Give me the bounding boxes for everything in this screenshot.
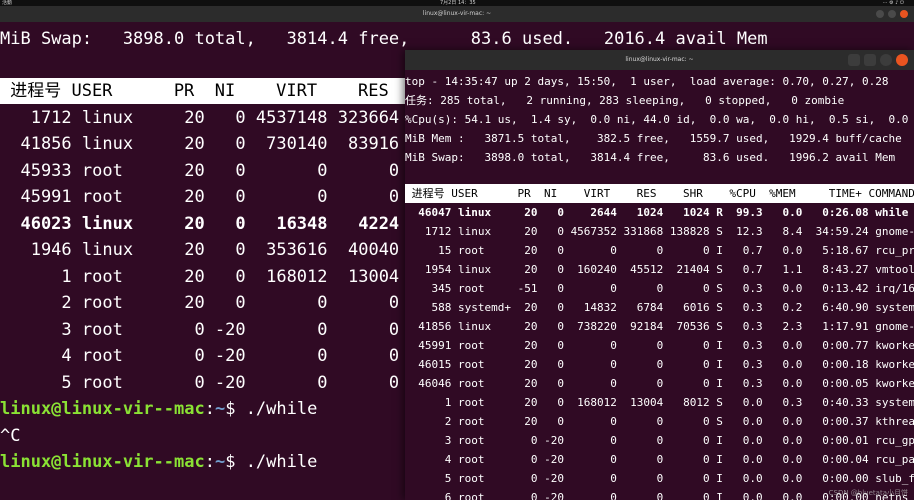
process-row: 46015 root 20 0 0 0 0 I 0.3 0.0 0:00.18 …	[405, 358, 914, 371]
process-row: 15 root 20 0 0 0 0 I 0.7 0.0 5:18.67 rcu…	[405, 244, 914, 257]
command-text: ./while	[245, 399, 318, 419]
watermark: CSDN @bluetata小月饼	[828, 489, 908, 497]
shell-prompt-line: linux@linux-vir--mac:~$ ./while	[0, 449, 317, 475]
desktop: 活動 7月2日 14：35 ⋯ ⚙ ♪ ⏻ linux@linux-vir-ma…	[0, 0, 914, 500]
prompt-path: ~	[214, 452, 226, 472]
process-row: 1954 linux 20 0 160240 45512 21404 S 0.7…	[405, 263, 914, 276]
prompt-separator: :	[204, 452, 215, 472]
close-icon[interactable]	[896, 54, 908, 66]
command-text: ./while	[245, 452, 318, 472]
prompt-separator: :	[204, 399, 215, 419]
search-icon[interactable]	[848, 54, 860, 66]
back-terminal-titlebar[interactable]: linux@linux-vir-mac: ~	[0, 6, 914, 22]
swap-line: MiB Swap: 3898.0 total, 3814.4 free, 83.…	[405, 151, 896, 164]
process-row: 588 systemd+ 20 0 14832 6784 6016 S 0.3 …	[405, 301, 914, 314]
process-table-header: 进程号 USER PR NI VIRT RES SHR %CPU %MEM TI…	[405, 184, 914, 203]
process-row: 5 root 0 -20 0 0 0 I 0.0 0.0 0:00.00 slu…	[405, 472, 914, 485]
front-terminal-body[interactable]: top - 14:35:47 up 2 days, 15:50, 1 user,…	[405, 70, 914, 500]
process-row: 45991 root 20 0 0 0 0 I 0.3 0.0 0:00.77 …	[405, 339, 914, 352]
process-row: 41856 linux 20 0 738220 92184 70536 S 0.…	[405, 320, 914, 333]
prompt-dollar: $	[225, 452, 246, 472]
back-terminal-title: linux@linux-vir-mac: ~	[422, 10, 492, 17]
close-icon[interactable]	[900, 10, 908, 18]
prompt-user: linux@linux-vir--mac	[0, 399, 205, 419]
maximize-icon[interactable]	[888, 10, 896, 18]
process-row: 345 root -51 0 0 0 0 S 0.3 0.0 0:13.42 i…	[405, 282, 914, 295]
process-row-active: 46047 linux 20 0 2644 1024 1024 R 99.3 0…	[405, 206, 909, 219]
front-terminal-titlebar[interactable]: linux@linux-vir-mac: ~	[405, 50, 914, 70]
mem-line: MiB Mem : 3871.5 total, 382.5 free, 1559…	[405, 132, 902, 145]
swap-line: MiB Swap: 3898.0 total, 3814.4 free, 83.…	[0, 29, 768, 49]
process-row: 1712 linux 20 0 4567352 331868 138828 S …	[405, 225, 914, 238]
process-row: 46046 root 20 0 0 0 0 I 0.3 0.0 0:00.05 …	[405, 377, 914, 390]
minimize-icon[interactable]	[880, 54, 892, 66]
minimize-icon[interactable]	[876, 10, 884, 18]
prompt-path: ~	[214, 399, 226, 419]
tasks-line: 任务: 285 total, 2 running, 283 sleeping, …	[405, 94, 845, 107]
process-row: 3 root 0 -20 0 0 0 I 0.0 0.0 0:00.01 rcu…	[405, 434, 914, 447]
hamburger-menu-icon[interactable]	[864, 54, 876, 66]
cpu-line: %Cpu(s): 54.1 us, 1.4 sy, 0.0 ni, 44.0 i…	[405, 113, 914, 126]
prompt-user: linux@linux-vir--mac	[0, 452, 205, 472]
process-row: 4 root 0 -20 0 0 0 I 0.0 0.0 0:00.04 rcu…	[405, 453, 914, 466]
process-row: 1 root 20 0 168012 13004 8012 S 0.0 0.3 …	[405, 396, 914, 409]
process-table-header: 进程号 USER PR NI VIRT RES SHR S %CPU %MEM	[0, 78, 604, 104]
prompt-dollar: $	[225, 399, 246, 419]
front-terminal-title: linux@linux-vir-mac: ~	[625, 56, 694, 63]
shell-prompt-line: linux@linux-vir--mac:~$ ./while	[0, 396, 317, 422]
process-row: 2 root 20 0 0 0 0 S 0.0 0.0 0:00.37 kthr…	[405, 415, 914, 428]
top-uptime-line: top - 14:35:47 up 2 days, 15:50, 1 user,…	[405, 75, 889, 88]
front-terminal-window[interactable]: linux@linux-vir-mac: ~ top - 14:35:47 up…	[405, 50, 914, 500]
interrupt-line: ^C	[0, 426, 21, 446]
